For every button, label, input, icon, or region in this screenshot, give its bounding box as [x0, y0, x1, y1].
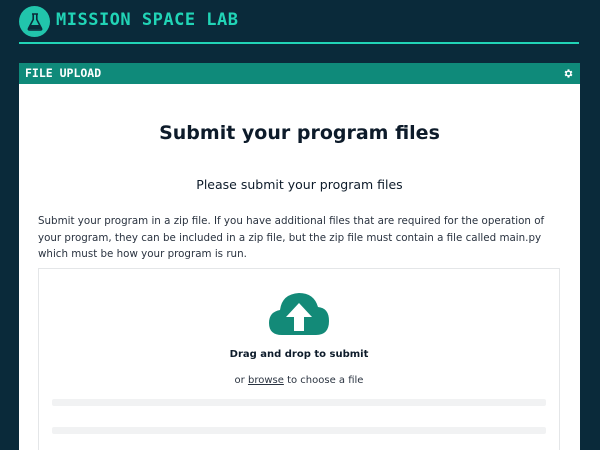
placeholder-bar [52, 427, 546, 434]
or-text: or [234, 375, 245, 386]
file-dropzone[interactable]: Drag and drop to submit or browse to cho… [38, 268, 560, 450]
app-title: MISSION SPACE LAB [56, 10, 239, 30]
drag-drop-text: Drag and drop to submit [229, 349, 369, 360]
page-title: Submit your program files [159, 122, 440, 144]
choose-file-text: to choose a file [287, 375, 364, 386]
browse-link[interactable]: browse [248, 375, 284, 386]
gear-icon[interactable] [563, 68, 574, 79]
browse-line: or browse to choose a file [39, 375, 559, 386]
file-upload-panel: FILE UPLOAD Submit your program files Pl… [19, 63, 580, 450]
top-bar: MISSION SPACE LAB [0, 0, 600, 45]
header-divider [19, 42, 579, 44]
panel-header-title: FILE UPLOAD [25, 66, 102, 80]
page-subtitle: Please submit your program files [196, 177, 403, 192]
flask-icon[interactable] [19, 6, 50, 37]
cloud-upload-icon [269, 293, 329, 335]
panel-header: FILE UPLOAD [19, 63, 580, 84]
placeholder-bar [52, 399, 546, 406]
instructions-text: Submit your program in a zip file. If yo… [38, 215, 545, 260]
